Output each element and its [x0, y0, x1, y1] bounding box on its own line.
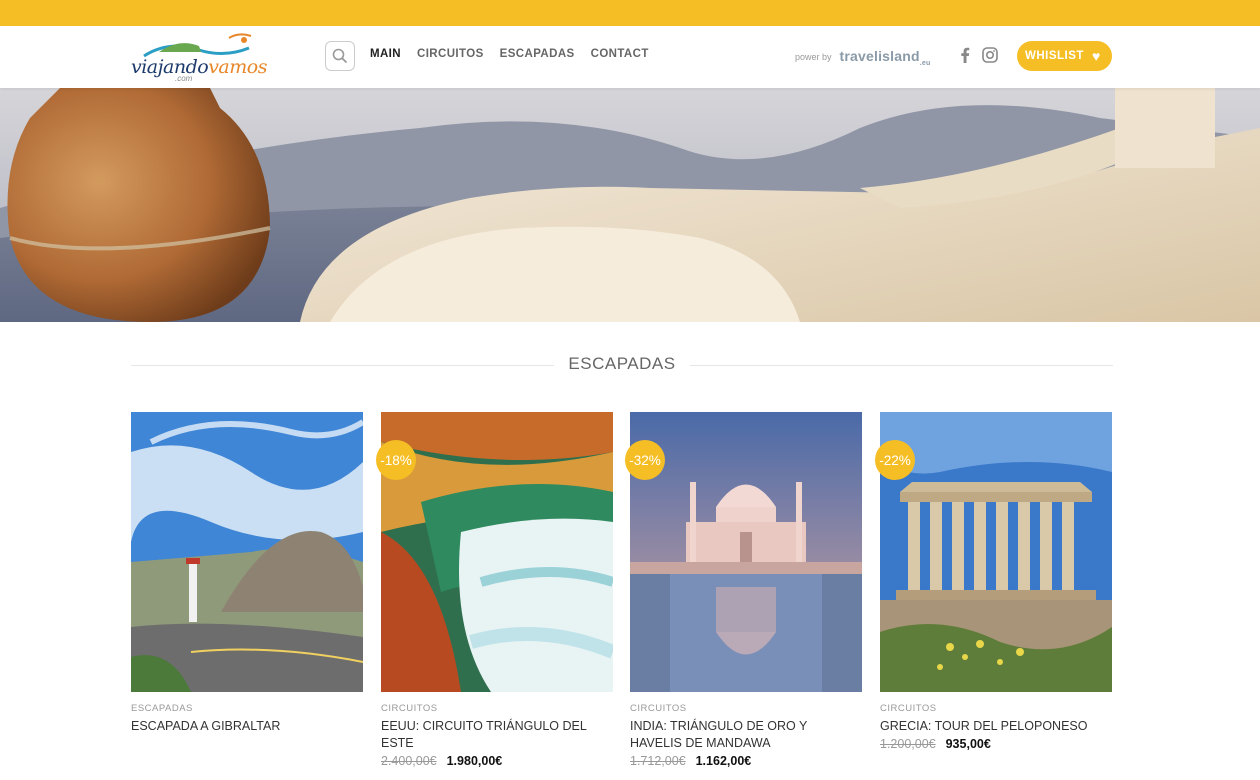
discount-badge: -18% [376, 440, 416, 480]
discount-badge: -32% [625, 440, 665, 480]
product-title[interactable]: GRECIA: TOUR DEL PELOPONESO [880, 718, 1112, 735]
product-image-eeuu[interactable] [381, 412, 613, 692]
powered-by-label: power by [795, 52, 832, 63]
old-price: 2.400,00€ [381, 754, 437, 768]
facebook-icon[interactable] [954, 44, 976, 66]
sale-price: 1.162,00€ [695, 754, 752, 768]
product-image-grecia[interactable] [880, 412, 1112, 692]
product-category: CIRCUITOS [381, 703, 438, 714]
nav-main[interactable]: MAIN [370, 48, 401, 60]
product-title[interactable]: ESCAPADA A GIBRALTAR [131, 718, 363, 735]
wishlist-button[interactable]: WHISLIST ♥ [1017, 41, 1112, 71]
nav-escapadas[interactable]: ESCAPADAS [500, 48, 575, 60]
product-card-india[interactable]: CIRCUITOS INDIA: TRIÁNGULO DE ORO Y HAVE… [630, 412, 862, 768]
hero-banner [0, 88, 1260, 322]
site-logo[interactable]: viajandovamos .com [131, 30, 271, 90]
product-category: CIRCUITOS [630, 703, 687, 714]
logo-wordmark: viajandovamos [131, 56, 267, 78]
powered-by[interactable]: power by travelisland.eu [795, 48, 930, 67]
logo-domain: .com [175, 74, 193, 83]
product-category: ESCAPADAS [131, 703, 193, 714]
search-icon [332, 48, 348, 64]
top-announcement-bar [0, 0, 1260, 26]
travelisland-logo: travelisland.eu [839, 48, 931, 67]
heart-icon: ♥ [1091, 48, 1101, 64]
product-title[interactable]: EEUU: CIRCUITO TRIÁNGULO DEL ESTE [381, 718, 613, 752]
product-card-grecia[interactable]: CIRCUITOS GRECIA: TOUR DEL PELOPONESO 1.… [880, 412, 1112, 751]
product-price: 1.200,00€ 935,00€ [880, 737, 1112, 751]
nav-contact[interactable]: CONTACT [591, 48, 649, 60]
old-price: 1.200,00€ [880, 737, 936, 751]
nav-circuitos[interactable]: CIRCUITOS [417, 48, 484, 60]
wishlist-label: WHISLIST [1025, 50, 1084, 62]
hero-santorini-image [0, 88, 1260, 322]
old-price: 1.712,00€ [630, 754, 686, 768]
product-card-gibraltar[interactable]: ESCAPADAS ESCAPADA A GIBRALTAR [131, 412, 363, 735]
sale-price: 935,00€ [945, 737, 991, 751]
product-image-gibraltar[interactable] [131, 412, 363, 692]
section-header: ESCAPADAS [131, 352, 1113, 380]
section-title: ESCAPADAS [131, 354, 1113, 374]
sale-price: 1.980,00€ [446, 754, 503, 768]
product-category: CIRCUITOS [880, 703, 937, 714]
main-nav: MAIN CIRCUITOS ESCAPADAS CONTACT [370, 48, 665, 60]
product-price: 2.400,00€ 1.980,00€ [381, 754, 613, 768]
search-button[interactable] [325, 41, 355, 71]
product-title[interactable]: INDIA: TRIÁNGULO DE ORO Y HAVELIS DE MAN… [630, 718, 862, 752]
discount-badge: -22% [875, 440, 915, 480]
product-card-eeuu[interactable]: CIRCUITOS EEUU: CIRCUITO TRIÁNGULO DEL E… [381, 412, 613, 768]
instagram-icon[interactable] [979, 44, 1001, 66]
product-price: 1.712,00€ 1.162,00€ [630, 754, 862, 768]
product-image-india[interactable] [630, 412, 862, 692]
site-header: viajandovamos .com MAIN CIRCUITOS ESCAPA… [0, 26, 1260, 88]
